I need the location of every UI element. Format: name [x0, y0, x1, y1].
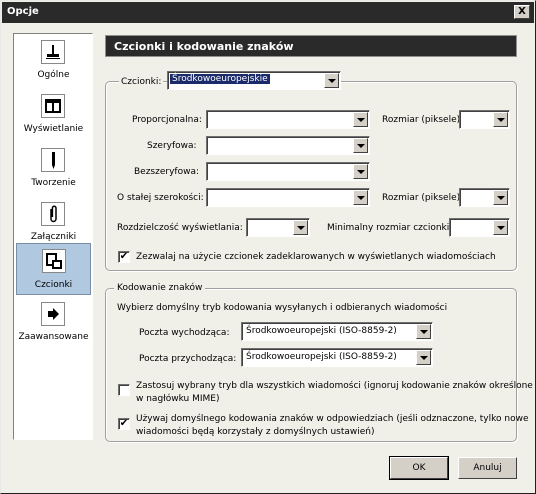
serif-font-select[interactable]	[206, 136, 370, 155]
serif-label: Szeryfowa:	[147, 141, 197, 151]
category-sidebar: Ogólne Wyświetlanie Tworzenie Załączniki…	[13, 33, 93, 440]
sidebar-item-label: Wyświetlanie	[23, 124, 84, 134]
outgoing-encoding-select[interactable]: Środkowoeuropejski (ISO-8859-2)	[241, 322, 433, 341]
section-header: Czcionki i kodowanie znaków	[105, 35, 517, 57]
window-title: Opcje	[7, 6, 39, 17]
chevron-down-icon[interactable]	[353, 164, 368, 179]
proportional-size-select[interactable]	[459, 110, 510, 129]
sidebar-item-advanced[interactable]: Zaawansowane	[16, 298, 91, 350]
use-default-checkbox[interactable]: ✔	[118, 418, 130, 430]
resolution-label: Rozdzielczość wyświetlania:	[117, 223, 243, 233]
sidebar-item-general[interactable]: Ogólne	[16, 36, 91, 88]
fonts-icon	[42, 249, 66, 273]
window-icon	[41, 94, 65, 118]
encoding-legend: Kodowanie znaków	[114, 283, 206, 293]
chevron-down-icon[interactable]	[353, 190, 368, 205]
chevron-down-icon[interactable]	[353, 138, 368, 153]
sidebar-item-display[interactable]: Wyświetlanie	[16, 90, 91, 142]
sidebar-item-label: Załączniki	[30, 232, 77, 242]
proportional-label: Proporcjonalna:	[132, 115, 202, 125]
stamp-icon	[41, 40, 65, 64]
sidebar-item-compose[interactable]: Tworzenie	[16, 144, 91, 196]
chevron-down-icon[interactable]	[493, 190, 508, 205]
pen-icon	[41, 148, 65, 172]
encoding-description: Wybierz domyślny tryb kodowania wysyłany…	[117, 303, 448, 313]
sidebar-item-fonts[interactable]: Czcionki	[16, 243, 91, 295]
min-size-label: Minimalny rozmiar czcionki:	[327, 223, 453, 233]
allow-fonts-checkbox[interactable]: ✔	[118, 251, 130, 263]
close-button[interactable]: X	[514, 5, 530, 19]
monospace-font-select[interactable]	[206, 188, 370, 207]
incoming-label: Poczta przychodząca:	[139, 354, 237, 364]
apply-all-label-line2: w nagłówku MIME)	[136, 394, 220, 404]
size-label-2: Rozmiar (piksele)	[382, 193, 461, 203]
page-title: Czcionki i kodowanie znaków	[114, 40, 294, 53]
apply-all-checkbox[interactable]	[118, 384, 130, 396]
title-bar[interactable]: Opcje X	[2, 2, 534, 23]
options-dialog: Opcje X Ogólne Wyświetlanie Tworzenie Za…	[0, 0, 536, 494]
sidebar-item-label: Czcionki	[34, 280, 73, 290]
cancel-button[interactable]: Anuluj	[458, 457, 517, 479]
incoming-encoding-select[interactable]: Środkowoeuropejski (ISO-8859-2)	[241, 348, 433, 367]
sans-label: Bezszeryfowa:	[134, 167, 199, 177]
outgoing-label: Poczta wychodząca:	[139, 328, 230, 338]
sans-font-select[interactable]	[206, 162, 370, 181]
chevron-down-icon[interactable]	[324, 73, 339, 88]
sidebar-item-label: Zaawansowane	[18, 332, 89, 342]
allow-fonts-label: Zezwalaj na użycie czcionek zadeklarowan…	[136, 252, 496, 262]
chevron-down-icon[interactable]	[293, 220, 308, 235]
paperclip-icon	[41, 202, 65, 226]
proportional-font-select[interactable]	[206, 110, 370, 129]
ok-button[interactable]: OK	[389, 456, 449, 480]
charset-label: Czcionki:	[119, 77, 164, 87]
chevron-down-icon[interactable]	[353, 112, 368, 127]
use-default-label-line1: Używaj domyślnego kodowania znaków w odp…	[136, 414, 529, 424]
resolution-select[interactable]	[246, 218, 310, 237]
monospace-size-select[interactable]	[459, 188, 510, 207]
size-label-1: Rozmiar (piksele)	[382, 115, 461, 125]
arrow-right-icon	[41, 302, 65, 326]
sidebar-item-label: Tworzenie	[31, 178, 76, 188]
apply-all-label-line1: Zastosuj wybrany tryb dla wszystkich wia…	[136, 381, 533, 391]
sidebar-item-label: Ogólne	[37, 70, 70, 80]
charset-select[interactable]: Środkowoeuropejskie	[167, 71, 341, 90]
use-default-label-line2: wiadomości będą korzystały z domyślnych …	[136, 427, 375, 437]
chevron-down-icon[interactable]	[416, 350, 431, 365]
monospace-label: O stałej szerokości:	[117, 193, 204, 203]
chevron-down-icon[interactable]	[416, 324, 431, 339]
chevron-down-icon[interactable]	[493, 220, 508, 235]
chevron-down-icon[interactable]	[493, 112, 508, 127]
min-size-select[interactable]	[449, 218, 510, 237]
